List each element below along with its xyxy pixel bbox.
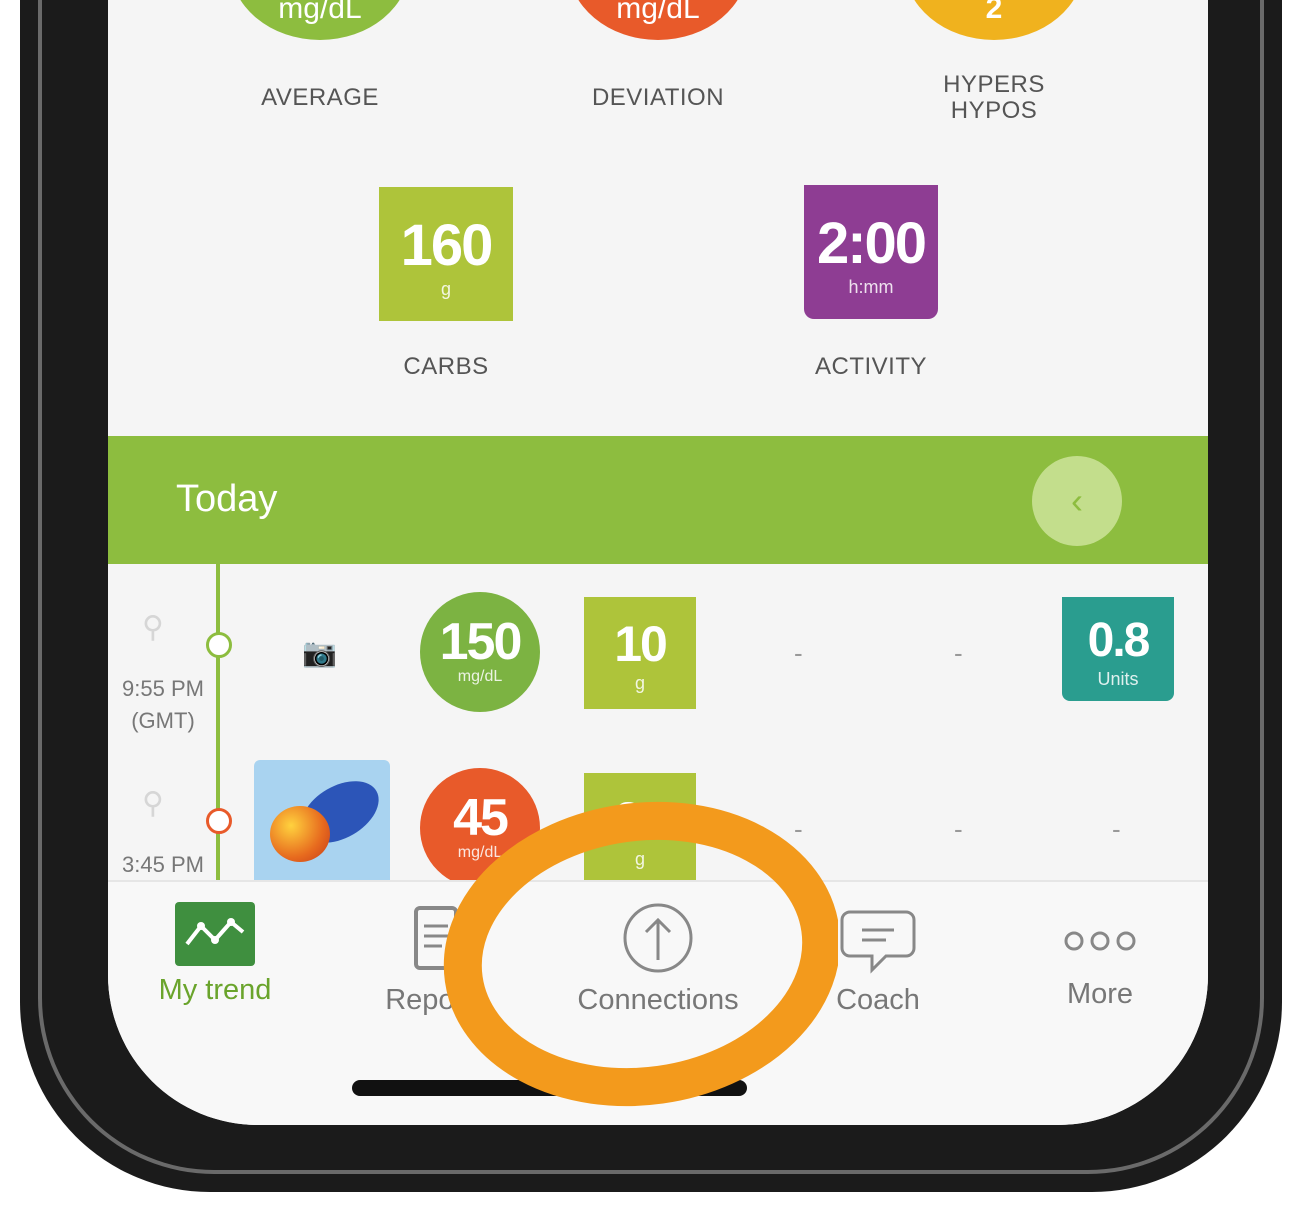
glucose-value: 45 (453, 789, 509, 847)
carbs-unit: g (440, 279, 451, 299)
meal-photo[interactable] (254, 760, 390, 880)
tab-my-trend[interactable]: My trend (125, 896, 305, 1007)
timeline-node (206, 808, 232, 834)
chevron-left-icon[interactable]: ‹ (1032, 456, 1122, 546)
hypos-label: HYPOS (950, 97, 1038, 124)
activity-value: 2:00 (816, 211, 927, 276)
tab-reports[interactable]: Reports (346, 896, 526, 1017)
tab-connections[interactable]: Connections (568, 896, 748, 1017)
more-dots-icon (1060, 930, 1140, 952)
entry-time: 9:55 PM (122, 676, 204, 701)
glucose-value: 150 (439, 613, 523, 671)
trend-icon (175, 902, 255, 966)
glucose-unit: mg/dL (457, 668, 503, 685)
carbs-entry-unit: g (634, 849, 645, 869)
app-screen: mg/dL mg/dL 2 AVERAGE DEVIATION HYPERS H… (108, 0, 1208, 1125)
entry-time: 3:45 PM (122, 852, 204, 877)
home-indicator[interactable] (352, 1080, 747, 1096)
average-unit: mg/dL (278, 0, 362, 25)
entry-timezone: (GMT) (131, 708, 195, 733)
location-pin-icon: ⚲ (142, 611, 164, 644)
tab-label: Coach (836, 984, 920, 1016)
activity-unit: h:mm (848, 277, 894, 297)
hypers-label: HYPERS (943, 71, 1045, 98)
hypers-hypos-circle[interactable]: 2 (904, 0, 1084, 40)
glucose-reading[interactable]: 150 mg/dL (420, 592, 540, 712)
tab-label: Connections (577, 984, 739, 1016)
glucose-reading[interactable]: 45 mg/dL (420, 768, 540, 888)
average-circle[interactable]: mg/dL (230, 0, 410, 40)
empty-value: - (954, 814, 963, 844)
reports-icon (406, 904, 466, 976)
insulin-unit: Units (1097, 669, 1139, 689)
hypers-hypos-label: HYPERS HYPOS (904, 72, 1084, 124)
deviation-circle[interactable]: mg/dL (568, 0, 748, 40)
carbs-tile[interactable]: 160 g (379, 187, 513, 321)
insulin-value: 0.8 (1087, 614, 1151, 667)
carbs-entry-value: 10 (614, 616, 668, 672)
insulin-entry[interactable]: 0.8 Units (1062, 597, 1174, 701)
activity-label: ACTIVITY (814, 353, 927, 380)
tab-more[interactable]: More (1010, 896, 1190, 1011)
deviation-label: DEVIATION (591, 84, 725, 111)
photo-fruit (270, 806, 330, 862)
today-header: Today ‹ (108, 436, 1208, 564)
tab-label: My trend (158, 974, 272, 1006)
carbs-label: CARBS (403, 353, 489, 380)
today-title: Today (176, 478, 278, 520)
chat-bubble-icon (838, 900, 918, 976)
activity-tile[interactable]: 2:00 h:mm (804, 185, 938, 319)
glucose-unit: mg/dL (457, 844, 503, 861)
location-pin-icon: ⚲ (142, 787, 164, 820)
tab-label: Reports (385, 984, 487, 1016)
empty-value: - (1112, 814, 1121, 844)
upload-icon (620, 900, 696, 976)
carbs-entry-value: 24 (614, 792, 668, 848)
empty-value: - (794, 814, 803, 844)
carbs-entry-unit: g (634, 673, 645, 693)
carbs-value: 160 (400, 213, 494, 278)
empty-value: - (954, 638, 963, 668)
carbs-entry[interactable]: 10 g (584, 597, 696, 709)
empty-value: - (794, 638, 803, 668)
carbs-entry[interactable]: 24 g (584, 773, 696, 885)
camera-icon[interactable]: 📷 (302, 636, 337, 669)
average-label: AVERAGE (261, 84, 379, 111)
tab-label: More (1066, 978, 1134, 1010)
deviation-unit: mg/dL (616, 0, 700, 25)
tab-coach[interactable]: Coach (788, 896, 968, 1017)
timeline-node (206, 632, 232, 658)
hypers-hypos-value: 2 (985, 0, 1003, 25)
